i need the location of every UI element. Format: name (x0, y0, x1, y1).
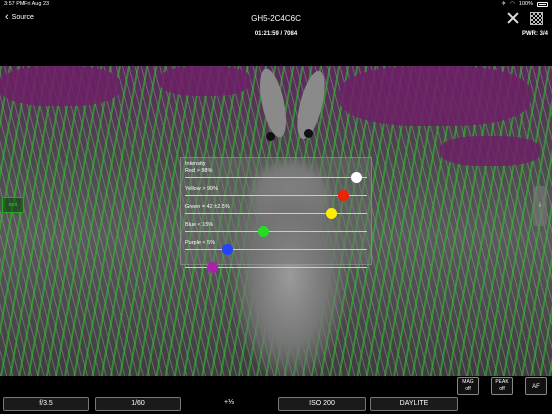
peak-state: off (499, 386, 505, 392)
intensity-slider-knob[interactable] (325, 208, 337, 219)
checker-grid-icon[interactable] (530, 12, 543, 25)
intensity-slider-knob[interactable] (207, 262, 219, 273)
ev-value[interactable]: +⅓ (214, 399, 244, 406)
intensity-row: Purple < 5% (181, 238, 371, 255)
intensity-slider-knob[interactable] (338, 190, 350, 201)
intensity-row: Green = 42 ±2.5% (181, 202, 371, 219)
intensity-row: Blue < 15% (181, 220, 371, 237)
status-date: Fri Aug 23 (24, 1, 50, 7)
af-button[interactable]: AF (525, 377, 547, 395)
rabbit-eye (304, 129, 313, 138)
status-right: ✈ ◠ 100% (501, 0, 548, 9)
intensity-panel: Intensity Red > 98% Yellow > 90% Green = 4… (180, 157, 372, 273)
intensity-slider-track[interactable] (185, 177, 367, 178)
airplane-icon: ✈ (501, 1, 507, 7)
intensity-row-label: Red > 98% (185, 168, 213, 174)
purple-region (340, 66, 530, 126)
timecode: 01:21:59 / 7084 (254, 31, 298, 37)
mag-toggle[interactable]: MAG off (457, 377, 479, 395)
intensity-slider-knob[interactable] (351, 172, 363, 183)
device-title: GH5-2C4C6C (251, 14, 301, 23)
mag-state: off (465, 386, 471, 392)
intensity-slider-knob[interactable] (258, 226, 270, 237)
iso-button[interactable]: ISO 200 (278, 397, 366, 411)
intensity-row-label: Purple < 5% (185, 240, 216, 246)
white-balance-button[interactable]: DAYLITE (370, 397, 458, 411)
nav-bar: ‹ Source GH5-2C4C6C (0, 9, 552, 29)
intensity-slider-track[interactable] (185, 249, 367, 250)
battery-icon (537, 2, 548, 7)
intensity-row-label: Yellow > 90% (185, 186, 218, 192)
mag-label: MAG (462, 379, 474, 385)
rabbit-ear (254, 66, 292, 140)
rabbit-eye (266, 132, 275, 141)
shutter-button[interactable]: 1/60 (95, 397, 181, 411)
intensity-row-label: Green = 42 ±2.5% (185, 204, 230, 210)
peak-toggle[interactable]: PEAK off (491, 377, 513, 395)
info-side-handle[interactable]: i (533, 186, 547, 226)
focus-assist-handle[interactable]: ≡≡≡ (2, 197, 24, 213)
battery-percent: 100% (518, 1, 533, 7)
close-icon[interactable] (507, 12, 519, 24)
status-time: 3:57 PM (4, 1, 25, 7)
purple-region (440, 136, 540, 166)
peak-label: PEAK (495, 379, 509, 385)
wifi-icon: ◠ (510, 1, 515, 7)
intensity-slider-knob[interactable] (221, 244, 233, 255)
intensity-slider-track[interactable] (185, 231, 367, 232)
intensity-row: Yellow > 90% (181, 184, 371, 201)
intensity-row-label: Blue < 15% (185, 222, 214, 228)
intensity-row: Red > 98% (181, 166, 371, 183)
purple-region (0, 66, 120, 106)
status-bar: 3:57 PM Fri Aug 23 ✈ ◠ 100% (0, 0, 552, 9)
purple-region (160, 66, 250, 96)
intensity-row (181, 256, 371, 273)
intensity-slider-track[interactable] (185, 213, 367, 214)
power-indicator: PWR: 3/4 (521, 31, 548, 37)
aperture-button[interactable]: f/3.5 (3, 397, 89, 411)
